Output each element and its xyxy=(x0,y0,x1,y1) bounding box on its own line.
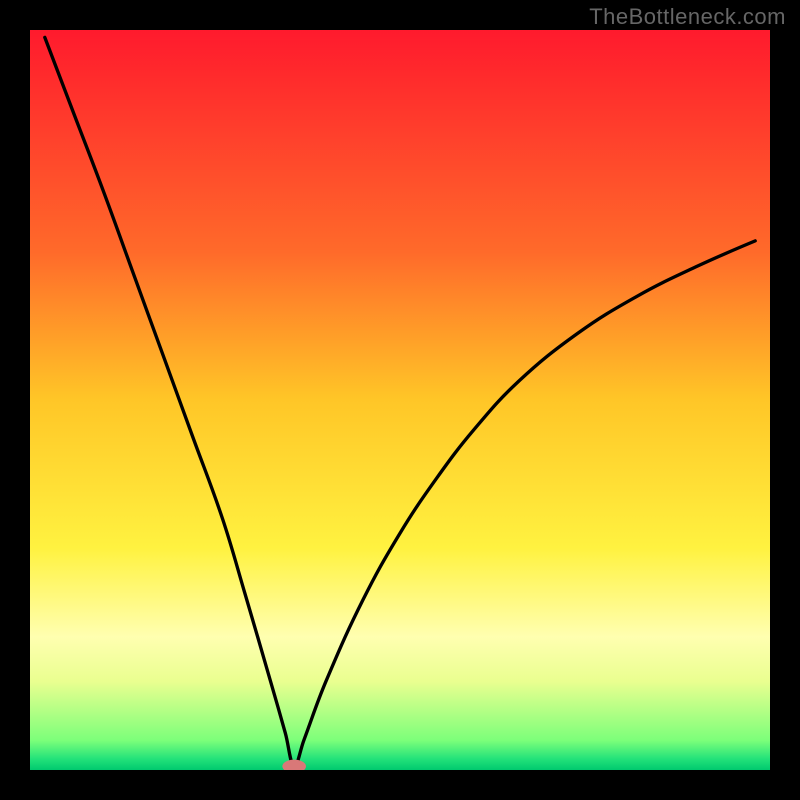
gradient-background xyxy=(30,30,770,770)
chart-svg xyxy=(30,30,770,770)
watermark-text: TheBottleneck.com xyxy=(589,4,786,30)
chart-frame: TheBottleneck.com xyxy=(0,0,800,800)
plot-area xyxy=(30,30,770,770)
